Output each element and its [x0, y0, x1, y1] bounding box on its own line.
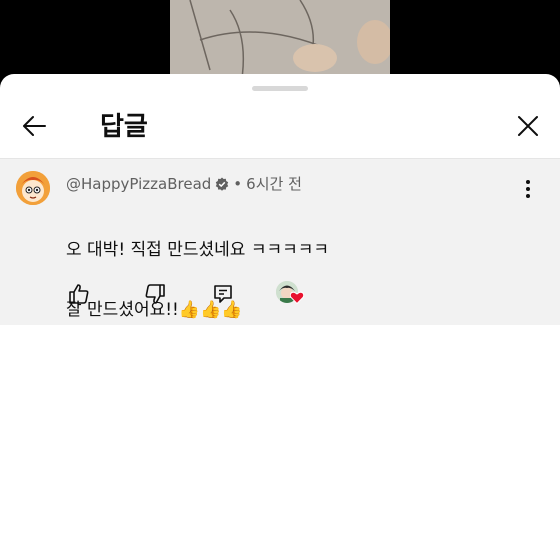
thumbs-down-icon [145, 284, 165, 304]
verified-badge-icon [215, 177, 229, 191]
drag-handle[interactable] [252, 86, 308, 91]
creator-heart [276, 281, 306, 309]
close-button[interactable] [508, 108, 548, 144]
page-title: 답글 [100, 112, 148, 142]
sheet-header: 답글 [0, 92, 560, 159]
creator-heart-icon [290, 291, 304, 304]
arrow-left-icon [23, 116, 46, 136]
reply-comment-icon [214, 285, 232, 303]
replies-sheet: 답글 @HappyPizzaBread • 6시간 전 오 대박! 직접 만드셨… [0, 74, 560, 560]
meta-separator: • [233, 174, 243, 193]
more-options-button[interactable] [516, 177, 540, 201]
dislike-button[interactable] [142, 281, 168, 307]
comment-item: @HappyPizzaBread • 6시간 전 오 대박! 직접 만드셨네요 … [0, 159, 560, 325]
comment-text: 오 대박! 직접 만드셨네요 ㅋㅋㅋㅋㅋ 잘 만드셨어요!!👍👍👍 [66, 205, 526, 355]
author-handle[interactable]: @HappyPizzaBread [66, 175, 211, 193]
thumbs-up-icon [69, 284, 89, 304]
back-button[interactable] [14, 108, 54, 144]
avatar[interactable] [16, 171, 50, 205]
comment-meta: @HappyPizzaBread • 6시간 전 [66, 173, 302, 194]
close-icon [518, 116, 538, 136]
reply-button[interactable] [210, 281, 236, 307]
comment-timestamp: 6시간 전 [246, 175, 302, 193]
like-button[interactable] [66, 281, 92, 307]
more-vert-icon [526, 180, 530, 198]
comment-text-line-1: 오 대박! 직접 만드셨네요 ㅋㅋㅋㅋㅋ [66, 240, 330, 260]
